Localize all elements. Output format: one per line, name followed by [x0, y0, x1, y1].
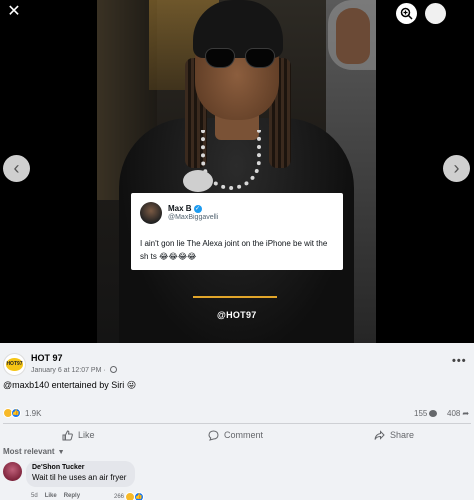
- comment-actions: 5d Like Reply: [31, 493, 80, 499]
- chevron-left-icon: ‹: [13, 158, 20, 178]
- background-face: [336, 8, 370, 64]
- verified-badge-icon: ✓: [193, 204, 202, 213]
- comment-button-label: Comment: [224, 430, 264, 440]
- comment-like-link[interactable]: Like: [45, 493, 57, 499]
- close-icon[interactable]: ✕: [6, 4, 22, 20]
- tweet-accent-line: [193, 296, 277, 298]
- like-button-label: Like: [78, 430, 95, 440]
- comment-count[interactable]: 155: [414, 409, 438, 418]
- share-icon: [374, 429, 385, 440]
- like-reaction-icon: 👍: [11, 408, 21, 418]
- previous-photo-button[interactable]: ‹: [3, 155, 30, 182]
- share-button-label: Share: [390, 430, 415, 440]
- like-button[interactable]: Like: [62, 426, 95, 444]
- more-options-button[interactable]: •••: [452, 355, 467, 367]
- tweet-text: I ain't gon lie The Alexa joint on the i…: [140, 239, 328, 261]
- comment-bubble-icon: [429, 410, 438, 417]
- comment-age[interactable]: 5d: [31, 493, 38, 499]
- post-timestamp[interactable]: January 6 at 12:07 PM ·: [31, 366, 117, 374]
- divider: [3, 423, 471, 424]
- zoom-icon: [400, 7, 413, 20]
- hot97-logo: HOT97: [6, 358, 23, 371]
- comment-sort-dropdown[interactable]: Most relevant ▼: [3, 447, 65, 456]
- tweet-author-name: Max B ✓: [168, 204, 202, 213]
- comment-button[interactable]: Comment: [208, 426, 263, 444]
- tweet-author-handle: @MaxBiggavelli: [168, 214, 219, 221]
- globe-icon: [109, 366, 117, 373]
- hot97-watermark: @HOT97: [217, 310, 257, 320]
- reaction-count: 1.9K: [25, 408, 42, 418]
- tweet-card: Max B ✓ @MaxBiggavelli I ain't gon lie Th…: [131, 193, 343, 270]
- post-panel: HOT97 HOT 97 January 6 at 12:07 PM · •••…: [0, 343, 474, 500]
- zoom-in-button[interactable]: [396, 3, 417, 24]
- comment-avatar[interactable]: [3, 462, 22, 481]
- comment-author[interactable]: De'Shon Tucker: [32, 464, 129, 471]
- comment-reply-link[interactable]: Reply: [64, 493, 80, 499]
- post-photo: [97, 0, 376, 343]
- post-caption: @maxb140 entertained by Siri 😜: [3, 380, 137, 390]
- reaction-summary[interactable]: 👍 1.9K: [3, 408, 41, 418]
- comment-bubble: De'Shon Tucker Wait til he uses an air f…: [26, 461, 135, 487]
- comment-icon: [208, 429, 219, 441]
- comment-reaction-count: 266: [114, 494, 125, 500]
- like-reaction-icon: 👍: [134, 492, 145, 500]
- photo-viewer: Max B ✓ @MaxBiggavelli I ain't gon lie Th…: [0, 0, 474, 343]
- page-avatar[interactable]: HOT97: [3, 353, 26, 376]
- comment-text: Wait til he uses an air fryer: [32, 473, 127, 482]
- comment-reactions[interactable]: 266 👍: [114, 492, 145, 500]
- chevron-right-icon: ›: [453, 158, 460, 178]
- next-photo-button[interactable]: ›: [443, 155, 470, 182]
- tweet-avatar: [140, 202, 162, 224]
- thumbs-up-icon: [62, 429, 73, 440]
- chevron-down-icon: ▼: [57, 449, 65, 456]
- options-button[interactable]: [425, 3, 446, 24]
- photo-subject-sunglasses: [205, 48, 275, 70]
- share-arrow-icon: ➦: [462, 409, 470, 418]
- share-button[interactable]: Share: [374, 426, 414, 444]
- share-count[interactable]: 408 ➦: [447, 409, 469, 418]
- page-name[interactable]: HOT 97: [31, 353, 63, 363]
- photo-subject-pendant: [183, 170, 213, 192]
